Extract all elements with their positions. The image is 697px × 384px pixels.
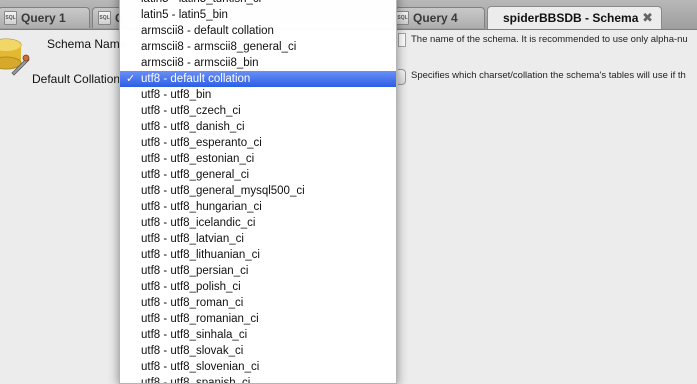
collation-option-label: latin5 - latin5_turkish_ci — [141, 0, 261, 5]
collation-option-label: utf8 - utf8_slovenian_ci — [141, 361, 260, 373]
collation-option-label: armscii8 - default collation — [141, 25, 274, 37]
collation-option[interactable]: utf8 - utf8_lithuanian_ci — [120, 247, 396, 263]
collation-option-label: utf8 - utf8_hungarian_ci — [141, 201, 262, 213]
collation-option-label: utf8 - utf8_esperanto_ci — [141, 137, 262, 149]
collation-option[interactable]: utf8 - utf8_danish_ci — [120, 119, 396, 135]
schema-name-label: Schema Name — [47, 37, 127, 51]
collation-option[interactable]: utf8 - utf8_polish_ci — [120, 279, 396, 295]
collation-option-label: utf8 - utf8_sinhala_ci — [141, 329, 248, 341]
tab-query-2[interactable]: SQL Q — [92, 7, 122, 28]
tab-query-4[interactable]: SQL Query 4 — [395, 7, 485, 28]
collation-option-selected[interactable]: utf8 - default collation ✓ — [120, 71, 396, 87]
collation-option-label: utf8 - utf8_bin — [141, 89, 212, 101]
collation-option[interactable]: utf8 - utf8_persian_ci — [120, 263, 396, 279]
collation-dropdown-menu[interactable]: latin5 - latin5_turkish_ci latin5 - latin… — [119, 0, 397, 384]
collation-option[interactable]: latin5 - latin5_bin — [120, 7, 396, 23]
collation-option-label: utf8 - utf8_persian_ci — [141, 265, 249, 277]
tab-query-1[interactable]: SQL Query 1 — [0, 7, 90, 28]
collation-option-label: utf8 - default collation — [141, 73, 251, 85]
collation-option[interactable]: armscii8 - default collation — [120, 23, 396, 39]
collation-option-label: utf8 - utf8_romanian_ci — [141, 313, 259, 325]
collation-option[interactable]: utf8 - utf8_estonian_ci — [120, 151, 396, 167]
collation-option[interactable]: utf8 - utf8_slovenian_ci — [120, 359, 396, 375]
collation-option[interactable]: utf8 - utf8_sinhala_ci — [120, 327, 396, 343]
database-schema-icon — [0, 38, 30, 76]
sql-file-icon: SQL — [396, 11, 409, 25]
collation-option[interactable]: utf8 - utf8_esperanto_ci — [120, 135, 396, 151]
collation-option[interactable]: utf8 - utf8_slovak_ci — [120, 343, 396, 359]
collation-option-label: utf8 - utf8_estonian_ci — [141, 153, 255, 165]
default-collation-select[interactable] — [398, 69, 406, 85]
collation-option[interactable]: latin5 - latin5_turkish_ci — [120, 0, 396, 7]
collation-option-label: armscii8 - armscii8_bin — [141, 57, 259, 69]
collation-option-label: armscii8 - armscii8_general_ci — [141, 41, 297, 53]
collation-option-label: utf8 - utf8_latvian_ci — [141, 233, 244, 245]
collation-option-label: utf8 - utf8_slovak_ci — [141, 345, 244, 357]
collation-option[interactable]: utf8 - utf8_bin — [120, 87, 396, 103]
collation-option[interactable]: armscii8 - armscii8_bin — [120, 55, 396, 71]
collation-option[interactable]: utf8 - utf8_hungarian_ci — [120, 199, 396, 215]
tab-schema-editor[interactable]: spiderBBSDB - Schema ✖ — [487, 6, 662, 29]
sql-file-icon: SQL — [4, 11, 17, 25]
tab-label: Query 1 — [21, 11, 66, 25]
collation-option-label: utf8 - utf8_danish_ci — [141, 121, 245, 133]
collation-option-label: utf8 - utf8_general_mysql500_ci — [141, 185, 305, 197]
default-collation-label: Default Collation — [32, 72, 121, 86]
collation-option[interactable]: utf8 - utf8_general_ci — [120, 167, 396, 183]
schema-name-help-text: The name of the schema. It is recommende… — [411, 34, 688, 45]
default-collation-help-text: Specifies which charset/collation the sc… — [411, 70, 686, 81]
collation-option[interactable]: armscii8 - armscii8_general_ci — [120, 39, 396, 55]
close-icon[interactable]: ✖ — [642, 10, 653, 26]
collation-option[interactable]: utf8 - utf8_general_mysql500_ci — [120, 183, 396, 199]
collation-option-label: utf8 - utf8_general_ci — [141, 169, 250, 181]
schema-name-input[interactable] — [398, 33, 406, 47]
checkmark-icon: ✓ — [126, 73, 136, 85]
collation-option-label: utf8 - utf8_roman_ci — [141, 297, 244, 309]
tab-label: Query 4 — [413, 11, 458, 25]
collation-option-label: utf8 - utf8_spanish_ci — [141, 377, 251, 384]
sql-file-icon: SQL — [98, 11, 111, 25]
tab-label: spiderBBSDB - Schema — [503, 11, 639, 25]
collation-option[interactable]: utf8 - utf8_czech_ci — [120, 103, 396, 119]
collation-option[interactable]: utf8 - utf8_roman_ci — [120, 295, 396, 311]
collation-option[interactable]: utf8 - utf8_latvian_ci — [120, 231, 396, 247]
collation-option-label: utf8 - utf8_polish_ci — [141, 281, 241, 293]
collation-option-label: utf8 - utf8_lithuanian_ci — [141, 249, 260, 261]
collation-option-label: latin5 - latin5_bin — [141, 9, 228, 21]
collation-option-label: utf8 - utf8_czech_ci — [141, 105, 241, 117]
collation-option[interactable]: utf8 - utf8_romanian_ci — [120, 311, 396, 327]
collation-option[interactable]: utf8 - utf8_icelandic_ci — [120, 215, 396, 231]
collation-option-label: utf8 - utf8_icelandic_ci — [141, 217, 256, 229]
